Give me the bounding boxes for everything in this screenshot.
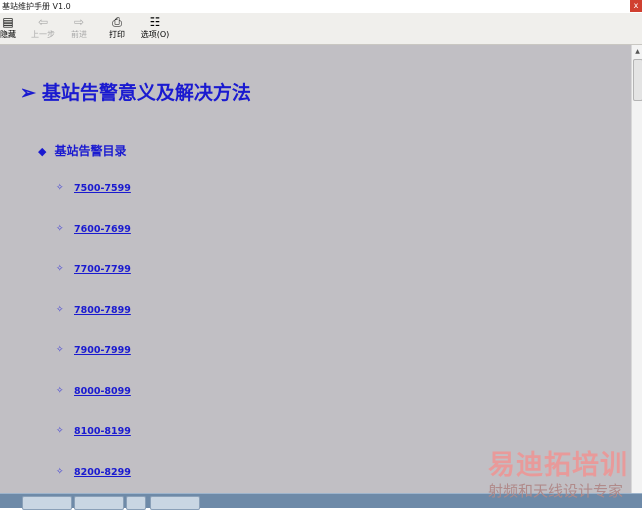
alarm-range-link[interactable]: 8000-8099 (74, 386, 131, 397)
alarm-range-link[interactable]: 7800-7899 (74, 305, 131, 316)
print-label: 打印 (109, 30, 125, 39)
contents-icon: ▤ (2, 15, 14, 29)
star-bullet-icon: ✧ (56, 264, 64, 274)
print-button[interactable]: ⎙ 打印 (105, 15, 129, 43)
back-button[interactable]: ⇦ 上一步 (28, 15, 58, 43)
taskbar-button[interactable] (126, 496, 146, 510)
forward-arrow-icon: ⇨ (73, 15, 85, 29)
star-bullet-icon: ✧ (56, 426, 64, 436)
scroll-up-icon[interactable]: ▲ (633, 47, 642, 56)
forward-button[interactable]: ⇨ 前进 (66, 15, 92, 43)
printer-icon: ⎙ (112, 15, 122, 29)
heading-arrow-icon: ➢ (20, 82, 36, 104)
watermark: 易迪拓培训 射频和天线设计专家 (488, 450, 642, 500)
scroll-thumb[interactable] (633, 59, 642, 101)
back-label: 上一步 (31, 30, 55, 39)
alarm-range-link[interactable]: 7500-7599 (74, 183, 131, 194)
page-title-text: 基站告警意义及解决方法 (41, 82, 251, 104)
alarm-range-link[interactable]: 7600-7699 (74, 224, 131, 235)
star-bullet-icon: ✧ (56, 183, 64, 193)
options-label: 选项(O) (140, 30, 170, 39)
star-bullet-icon: ✧ (56, 385, 64, 396)
alarm-range-link[interactable]: 7700-7799 (74, 264, 131, 275)
section-heading: ◆ 基站告警目录 (38, 142, 126, 159)
window-title: 基站维护手册 V1.0 (2, 2, 71, 11)
taskbar-button[interactable] (150, 496, 200, 510)
options-icon: ☷ (149, 15, 161, 29)
options-button[interactable]: ☷ 选项(O) (138, 15, 172, 43)
forward-label: 前进 (71, 30, 87, 39)
star-bullet-icon: ✧ (56, 345, 64, 355)
section-heading-text: 基站告警目录 (54, 144, 127, 158)
watermark-logo: 易迪拓培训 (488, 450, 628, 481)
star-bullet-icon: ✧ (56, 304, 64, 315)
hide-contents-label: 隐藏 (0, 30, 16, 39)
alarm-range-link[interactable]: 8100-8199 (74, 426, 131, 437)
diamond-bullet-icon: ◆ (38, 145, 47, 158)
hide-contents-button[interactable]: ▤ 隐藏 (0, 15, 16, 43)
watermark-tagline: 射频和天线设计专家 (488, 482, 624, 500)
back-arrow-icon: ⇦ (37, 15, 49, 29)
taskbar-button[interactable] (22, 496, 72, 510)
alarm-range-link[interactable]: 8200-8299 (74, 467, 131, 478)
close-button[interactable]: x (630, 0, 642, 12)
vertical-scrollbar[interactable]: ▲ (631, 45, 642, 493)
page-title: ➢ 基站告警意义及解决方法 (20, 78, 251, 105)
star-bullet-icon: ✧ (56, 466, 64, 477)
toolbar: ▤ 隐藏 ⇦ 上一步 ⇨ 前进 ⎙ 打印 ☷ 选项(O) (0, 13, 642, 45)
star-bullet-icon: ✧ (56, 223, 64, 234)
help-content-pane: ➢ 基站告警意义及解决方法 ◆ 基站告警目录 ✧ 7500-7599 ✧ 7600-… (0, 45, 631, 493)
title-bar: 基站维护手册 V1.0 x (0, 0, 642, 13)
taskbar-button[interactable] (74, 496, 124, 510)
alarm-range-link[interactable]: 7900-7999 (74, 345, 131, 356)
